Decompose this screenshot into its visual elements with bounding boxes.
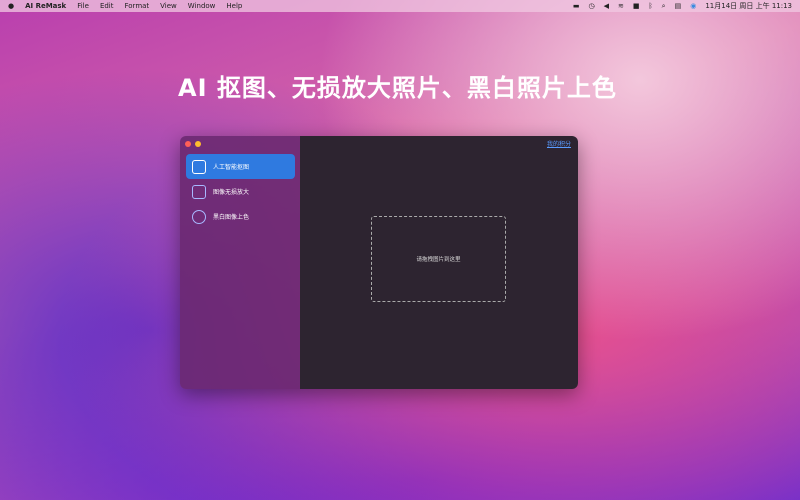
menu-view[interactable]: View [160,2,177,10]
menu-window[interactable]: Window [188,2,216,10]
sidebar-item-label: 人工智能抠图 [213,164,250,171]
sidebar-item-upscale[interactable]: 图像无损放大 [186,179,295,204]
siri-icon[interactable]: ◉ [690,2,696,10]
main-panel: 我的积分 请拖拽图片到这里 [300,136,578,389]
clock[interactable]: 11月14日 周日 上午 11:13 [705,1,792,11]
time-machine-icon[interactable]: ◷ [588,2,594,10]
app-status-icon[interactable]: ■ [633,2,640,10]
wifi-icon[interactable]: ≋ [618,2,624,10]
menu-edit[interactable]: Edit [100,2,114,10]
drop-zone-label: 请拖拽图片到这里 [416,257,461,263]
keyboard-icon[interactable]: ▬ [573,2,580,10]
magic-cutout-icon [192,159,206,174]
sidebar-item-cutout[interactable]: 人工智能抠图 [186,154,295,179]
upscale-icon [192,184,206,199]
menu-help[interactable]: Help [226,2,242,10]
minimize-button[interactable] [195,141,201,147]
sidebar-item-label: 图像无损放大 [213,189,250,196]
sidebar: 人工智能抠图 图像无损放大 黑白图像上色 [180,136,300,389]
apple-icon[interactable]: ● [8,2,14,10]
bluetooth-icon[interactable]: ᛒ [648,2,652,10]
volume-icon[interactable]: ◀ [604,2,609,10]
menu-bar: ● AI ReMask File Edit Format View Window… [0,0,800,12]
menu-format[interactable]: Format [125,2,150,10]
my-points-link[interactable]: 我的积分 [547,139,571,148]
headline: AI 抠图、无损放大照片、黑白照片上色 [178,74,617,102]
menu-app-name[interactable]: AI ReMask [25,2,66,10]
drop-zone[interactable]: 请拖拽图片到这里 [371,216,506,302]
app-window: 人工智能抠图 图像无损放大 黑白图像上色 我的积分 请拖拽图片到这里 [180,136,578,389]
palette-icon [192,209,206,224]
control-center-icon[interactable]: ▤ [675,2,682,10]
menu-file[interactable]: File [77,2,89,10]
sidebar-item-label: 黑白图像上色 [213,214,250,221]
search-icon[interactable]: ⌕ [662,2,666,11]
sidebar-item-colorize[interactable]: 黑白图像上色 [186,204,295,229]
close-button[interactable] [185,141,191,147]
